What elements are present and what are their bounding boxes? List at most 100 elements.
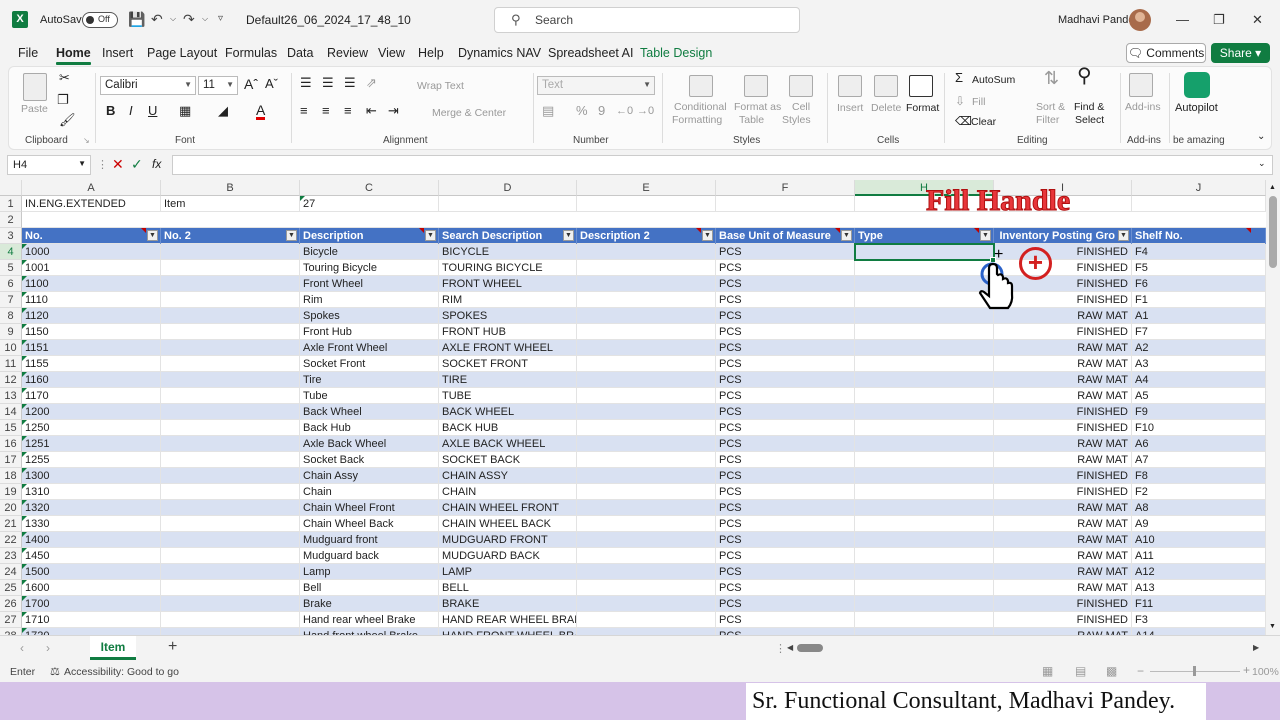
cell-no-2[interactable] bbox=[161, 308, 300, 324]
copy-icon[interactable]: ❐ bbox=[57, 93, 69, 106]
clear-icon[interactable]: ⌫ bbox=[955, 115, 972, 127]
cell-description-2[interactable] bbox=[577, 500, 716, 516]
row-header[interactable]: 15 bbox=[0, 420, 22, 436]
cell-inventory-posting[interactable]: FINISHED bbox=[994, 324, 1132, 340]
scroll-up-icon[interactable]: ▲ bbox=[1269, 184, 1276, 191]
cell-type[interactable] bbox=[855, 612, 994, 628]
filter-dropdown-icon[interactable]: ▼ bbox=[980, 230, 991, 241]
percent-icon[interactable]: % bbox=[576, 104, 588, 117]
cell-shelf-no[interactable]: A8 bbox=[1132, 500, 1266, 516]
accessibility-status[interactable]: Accessibility: Good to go bbox=[64, 666, 179, 678]
row-header[interactable]: 1 bbox=[0, 196, 22, 212]
cell-no-2[interactable] bbox=[161, 404, 300, 420]
cell-shelf-no[interactable]: A12 bbox=[1132, 564, 1266, 580]
find-select-icon[interactable]: ⚲ bbox=[1077, 66, 1092, 86]
undo-dropdown-icon[interactable]: ⌵ bbox=[170, 10, 176, 28]
cell-shelf-no[interactable]: F8 bbox=[1132, 468, 1266, 484]
cell-description[interactable]: Chain Wheel Front bbox=[300, 500, 439, 516]
cell-no[interactable]: 1700 bbox=[22, 596, 161, 612]
decrease-font-icon[interactable]: Aˇ bbox=[265, 77, 278, 90]
cell-shelf-no[interactable]: F5 bbox=[1132, 260, 1266, 276]
cell-no-2[interactable] bbox=[161, 436, 300, 452]
format-painter-icon[interactable]: 🖌 bbox=[59, 113, 76, 126]
cell-shelf-no[interactable]: F2 bbox=[1132, 484, 1266, 500]
row-header[interactable]: 24 bbox=[0, 564, 22, 580]
currency-icon[interactable]: ▤ bbox=[542, 104, 554, 117]
formula-input[interactable] bbox=[172, 155, 1273, 175]
cell-base-unit[interactable]: PCS bbox=[716, 372, 855, 388]
horizontal-scroll-thumb[interactable] bbox=[797, 644, 823, 652]
vertical-scrollbar[interactable]: ▲ ▼ bbox=[1266, 180, 1280, 635]
cell-shelf-no[interactable]: A7 bbox=[1132, 452, 1266, 468]
cell-no[interactable]: 1500 bbox=[22, 564, 161, 580]
row-header[interactable]: 21 bbox=[0, 516, 22, 532]
cell-type[interactable] bbox=[855, 324, 994, 340]
cell-inventory-posting[interactable]: RAW MAT bbox=[994, 356, 1132, 372]
cell-type[interactable] bbox=[855, 388, 994, 404]
row-header[interactable]: 26 bbox=[0, 596, 22, 612]
cell-no[interactable]: 1100 bbox=[22, 276, 161, 292]
cell-no[interactable]: 1300 bbox=[22, 468, 161, 484]
cell-description-2[interactable] bbox=[577, 484, 716, 500]
cell-no[interactable]: 1320 bbox=[22, 500, 161, 516]
align-center-icon[interactable]: ≡ bbox=[322, 104, 330, 117]
cell-type[interactable] bbox=[855, 340, 994, 356]
increase-font-icon[interactable]: Aˆ bbox=[244, 77, 258, 91]
header-description-2[interactable]: Description 2 ▼ bbox=[577, 228, 716, 244]
cell-description[interactable]: Rim bbox=[300, 292, 439, 308]
cell-base-unit[interactable]: PCS bbox=[716, 612, 855, 628]
cell-description[interactable]: Touring Bicycle bbox=[300, 260, 439, 276]
number-format-select[interactable]: Text ▼ bbox=[537, 76, 655, 95]
cell-search-description[interactable]: CHAIN WHEEL FRONT bbox=[439, 500, 577, 516]
fill-color-icon[interactable]: ◢ bbox=[218, 104, 228, 117]
cell-type[interactable] bbox=[855, 356, 994, 372]
cell-search-description[interactable]: SPOKES bbox=[439, 308, 577, 324]
cell-base-unit[interactable]: PCS bbox=[716, 260, 855, 276]
row-header[interactable]: 10 bbox=[0, 340, 22, 356]
cell-inventory-posting[interactable]: RAW MAT bbox=[994, 628, 1132, 635]
tab-page-layout[interactable]: Page Layout bbox=[147, 46, 217, 60]
column-header-d[interactable]: D bbox=[439, 180, 577, 196]
page-layout-view-icon[interactable]: ▤ bbox=[1075, 664, 1086, 678]
cell-base-unit[interactable]: PCS bbox=[716, 292, 855, 308]
cell-description[interactable]: Chain bbox=[300, 484, 439, 500]
cell-inventory-posting[interactable]: FINISHED bbox=[994, 420, 1132, 436]
cell-shelf-no[interactable]: A11 bbox=[1132, 548, 1266, 564]
find-select-label-2[interactable]: Select bbox=[1075, 114, 1104, 126]
row-header[interactable]: 12 bbox=[0, 372, 22, 388]
row-header[interactable]: 16 bbox=[0, 436, 22, 452]
filter-dropdown-icon[interactable]: ▼ bbox=[147, 230, 158, 241]
scroll-down-icon[interactable]: ▼ bbox=[1269, 623, 1276, 630]
cell-base-unit[interactable]: PCS bbox=[716, 276, 855, 292]
cell-description-2[interactable] bbox=[577, 420, 716, 436]
cell-no-2[interactable] bbox=[161, 532, 300, 548]
header-search-description[interactable]: Search Description ▼ bbox=[439, 228, 577, 244]
row-header[interactable]: 11 bbox=[0, 356, 22, 372]
orientation-icon[interactable]: ⇗ bbox=[366, 76, 377, 89]
cell-description[interactable]: Socket Back bbox=[300, 452, 439, 468]
cell-base-unit[interactable]: PCS bbox=[716, 628, 855, 635]
conditional-formatting-label-2[interactable]: Formatting bbox=[672, 114, 722, 126]
cell-description[interactable]: Tire bbox=[300, 372, 439, 388]
filter-dropdown-icon[interactable]: ▼ bbox=[563, 230, 574, 241]
paste-label[interactable]: Paste bbox=[21, 103, 48, 115]
cell-description[interactable]: Axle Back Wheel bbox=[300, 436, 439, 452]
increase-indent-icon[interactable]: ⇥ bbox=[388, 104, 399, 117]
clipboard-launcher-icon[interactable]: ↘ bbox=[83, 135, 90, 147]
tab-data[interactable]: Data bbox=[287, 46, 313, 60]
row-header[interactable]: 4 bbox=[0, 244, 22, 260]
cell-shelf-no[interactable]: F4 bbox=[1132, 244, 1266, 260]
header-no[interactable]: No. ▼ bbox=[22, 228, 161, 244]
filename-chevron-icon[interactable]: ⌄ bbox=[377, 12, 385, 23]
cell-styles-label-2[interactable]: Styles bbox=[782, 114, 811, 126]
cell-description[interactable]: Tube bbox=[300, 388, 439, 404]
decrease-indent-icon[interactable]: ⇤ bbox=[366, 104, 377, 117]
format-as-table-label[interactable]: Format as bbox=[734, 101, 781, 113]
cell-description-2[interactable] bbox=[577, 244, 716, 260]
conditional-formatting-icon[interactable] bbox=[689, 75, 713, 97]
decrease-decimal-icon[interactable]: →0 bbox=[637, 105, 654, 117]
cell-b1[interactable]: Item bbox=[161, 196, 300, 212]
cell-description[interactable]: Bell bbox=[300, 580, 439, 596]
add-sheet-icon[interactable]: + bbox=[168, 638, 177, 656]
paste-icon[interactable] bbox=[23, 73, 47, 101]
